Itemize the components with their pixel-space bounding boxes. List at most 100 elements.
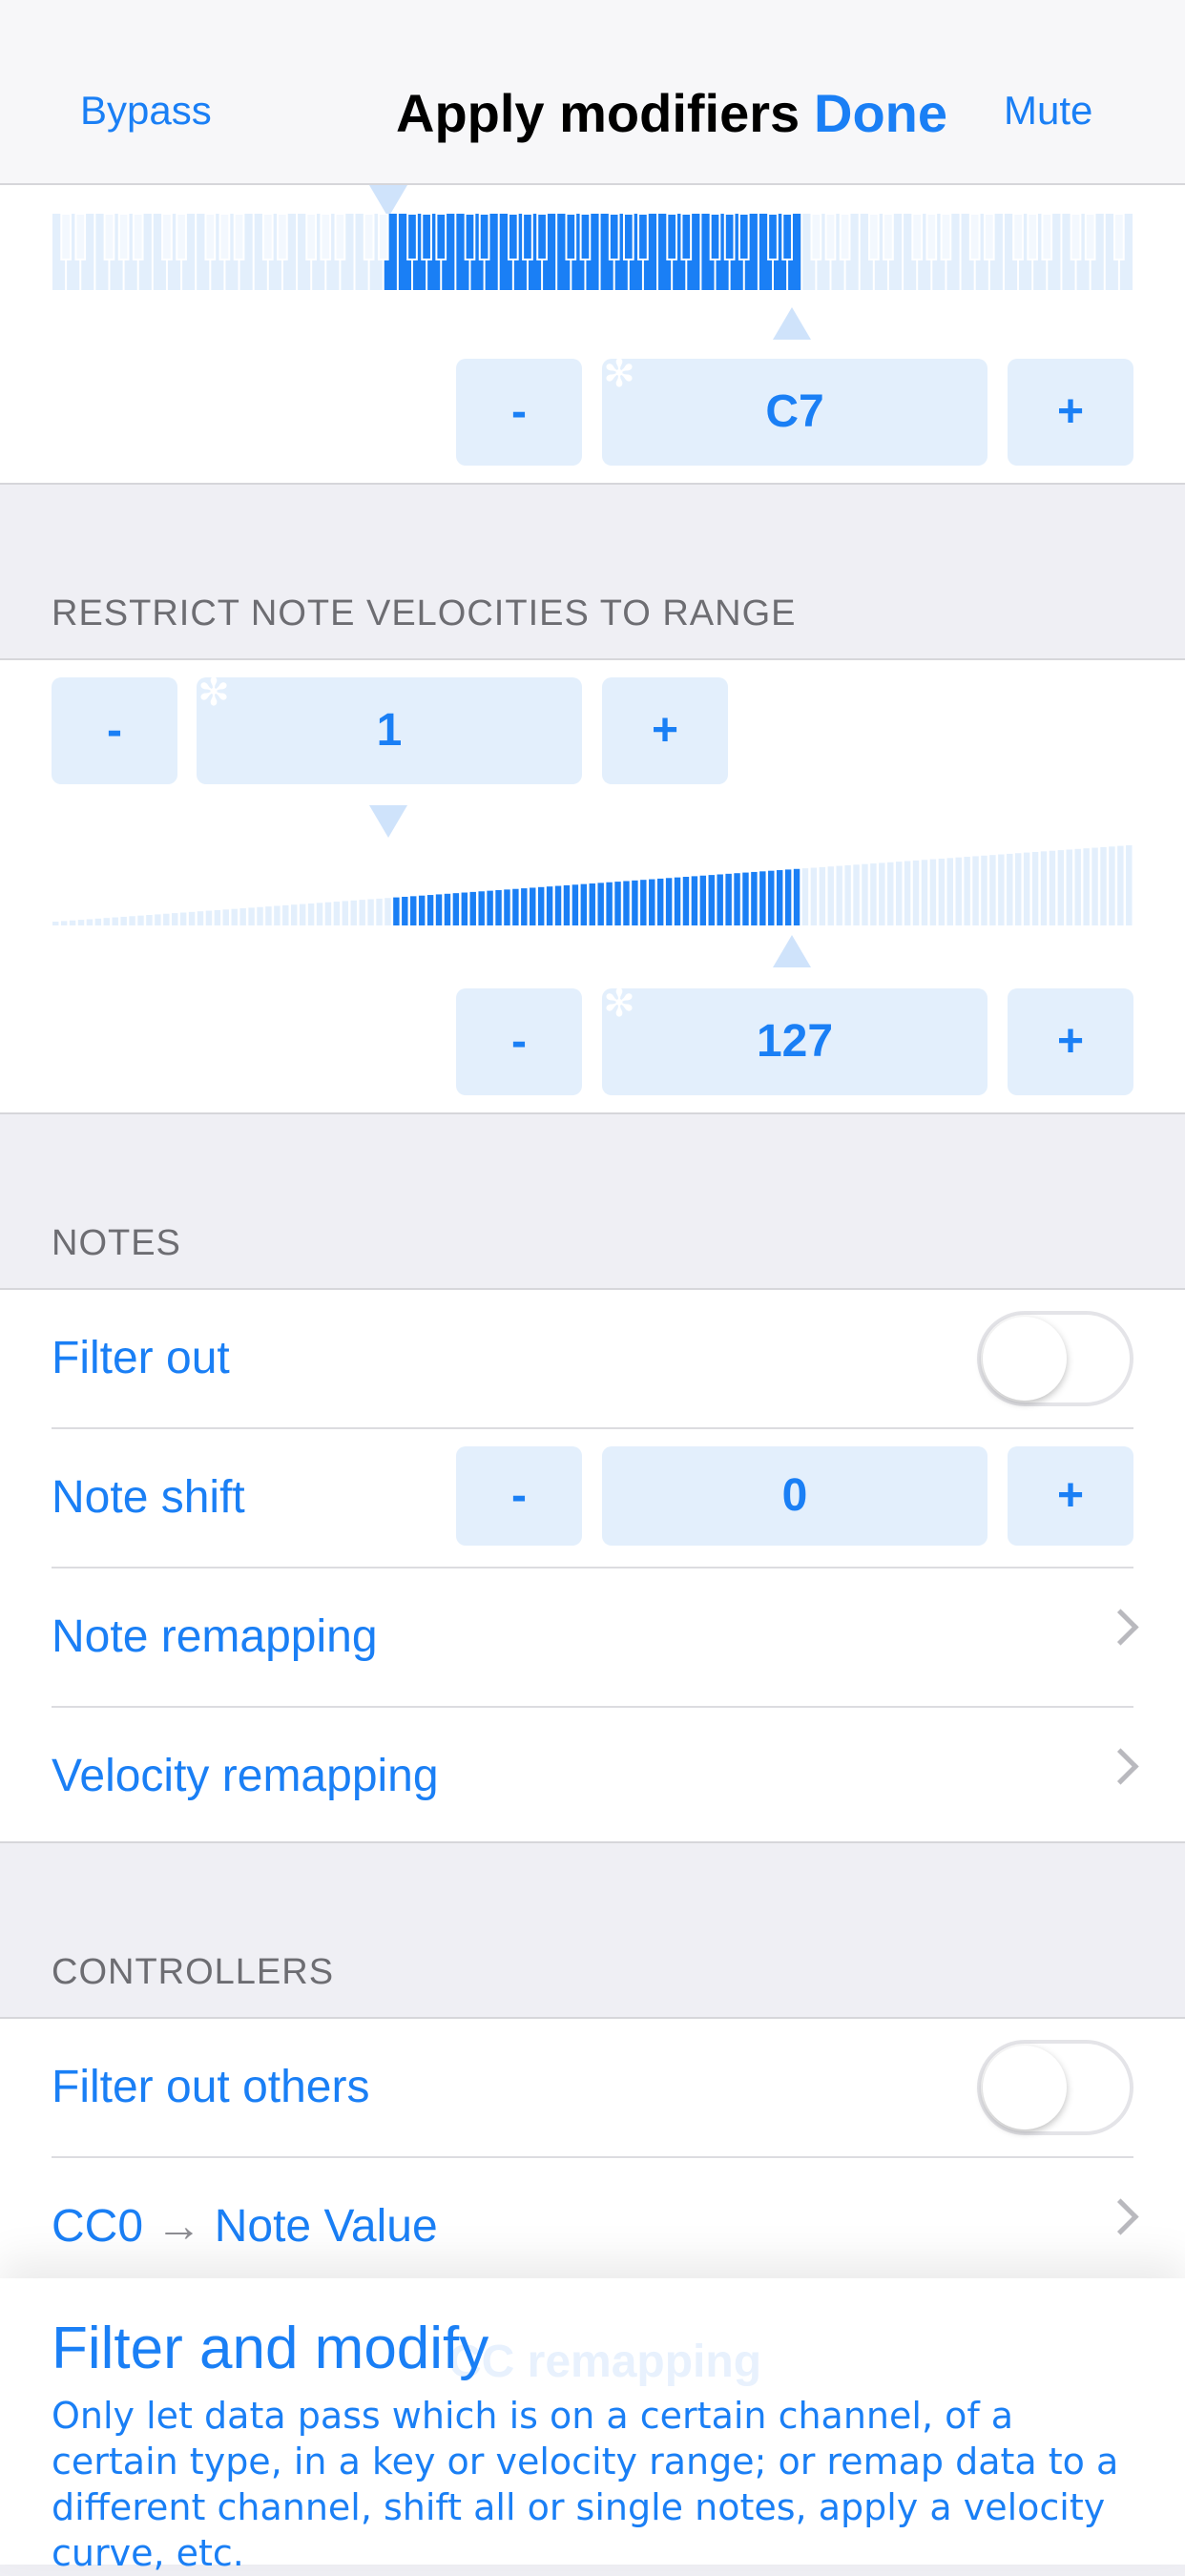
velocity-bar (103, 918, 111, 925)
velocity-upper-minus-button[interactable]: - (456, 988, 582, 1095)
done-button[interactable]: Done (814, 82, 947, 144)
bypass-button[interactable]: Bypass (80, 88, 212, 134)
velocity-bar (129, 916, 135, 925)
velocity-bar (632, 880, 638, 925)
velocity-bar (197, 911, 204, 925)
velocity-bar (589, 883, 595, 925)
keyboard-range-selector[interactable] (0, 214, 1185, 309)
velocity-bar (461, 892, 468, 925)
velocity-upper-value[interactable]: 127 (602, 988, 988, 1095)
velocity-bar (734, 873, 740, 925)
velocity-upper-plus-button[interactable]: + (1008, 988, 1133, 1095)
filter-out-others-toggle[interactable] (977, 2040, 1133, 2135)
key-range-card: - C7 ✻ + (0, 185, 1185, 483)
velocity-bar (274, 905, 281, 925)
note-shift-minus-button[interactable]: - (456, 1446, 582, 1546)
velocity-bar (810, 867, 818, 925)
velocity-bar (1066, 849, 1072, 925)
velocity-bar (887, 862, 894, 925)
black-key (204, 214, 217, 260)
black-key (508, 214, 519, 260)
lower-velocity-marker[interactable] (369, 805, 407, 838)
note-shift-plus-button[interactable]: + (1008, 1446, 1133, 1546)
velocity-bar (572, 884, 579, 925)
black-key (781, 214, 793, 260)
velocity-bar (699, 875, 707, 925)
velocity-bar (614, 882, 621, 925)
velocity-bar (324, 902, 332, 925)
black-key (233, 214, 245, 260)
velocity-bar (393, 897, 400, 925)
velocity-bar (836, 865, 842, 925)
velocity-bar (844, 864, 851, 925)
velocity-bar (580, 883, 588, 925)
chevron-right-icon (1102, 1748, 1139, 1785)
info-title: Filter and modify (52, 2316, 489, 2381)
velocity-bar (904, 861, 911, 925)
black-key (810, 214, 822, 260)
mute-button[interactable]: Mute (1004, 88, 1092, 134)
velocity-bar (1109, 846, 1115, 925)
velocity-lower-value[interactable]: 1 (197, 677, 582, 784)
black-key (377, 214, 389, 260)
black-key (1041, 214, 1053, 260)
velocity-bar (239, 908, 246, 925)
note-shift-value[interactable]: 0 (602, 1446, 988, 1546)
velocity-bar (444, 893, 451, 925)
velocity-bar (172, 913, 178, 925)
velocity-bar (299, 904, 306, 925)
note-remapping-row[interactable]: Note remapping (0, 1568, 1185, 1708)
divider (0, 1841, 1185, 1843)
velocity-bar (487, 890, 493, 925)
velocity-bar (60, 921, 68, 925)
velocity-bar (981, 855, 988, 925)
velocity-bar (1091, 847, 1098, 925)
upper-key-marker[interactable] (773, 307, 811, 340)
upper-key-minus-button[interactable]: - (456, 359, 582, 466)
cc-mapping-row[interactable]: CC0 → Note Value (0, 2158, 1185, 2297)
velocity-bar (1126, 845, 1133, 925)
velocity-bar (1040, 851, 1048, 925)
black-key (478, 214, 490, 260)
velocity-bar (768, 870, 775, 925)
velocity-bar (563, 884, 571, 925)
lower-key-marker[interactable] (369, 185, 407, 218)
velocity-lower-minus-button[interactable]: - (52, 677, 177, 784)
black-key (1084, 214, 1096, 260)
velocity-bar (222, 909, 230, 925)
velocity-bar (554, 885, 562, 925)
cc-source: CC0 (52, 2201, 144, 2252)
velocity-bar (665, 878, 673, 925)
black-key (983, 214, 995, 260)
velocity-bar (469, 891, 476, 925)
cc-target: Note Value (214, 2201, 438, 2252)
filter-out-toggle[interactable] (977, 1311, 1133, 1406)
velocity-bar (819, 866, 826, 925)
velocity-remapping-row[interactable]: Velocity remapping (0, 1708, 1185, 1847)
velocity-bar (316, 903, 323, 925)
divider (0, 483, 1185, 485)
upper-key-value[interactable]: C7 (602, 359, 988, 466)
info-description: Only let data pass which is on a certain… (52, 2395, 1119, 2574)
velocity-bar (367, 899, 374, 925)
black-key (637, 214, 649, 260)
velocity-bar (776, 870, 783, 925)
black-key (522, 214, 533, 260)
upper-velocity-marker[interactable] (773, 935, 811, 967)
black-key (305, 214, 317, 260)
velocity-range-card: - 1 ✻ + - 127 ✻ + (0, 660, 1185, 1112)
velocity-bar (205, 910, 213, 925)
velocity-bar (1083, 848, 1090, 925)
velocity-lower-plus-button[interactable]: + (602, 677, 728, 784)
velocity-bar (546, 886, 553, 925)
black-key (161, 214, 173, 260)
notes-section-header: NOTES (52, 1223, 181, 1263)
info-panel: CC remapping Filter and modify Only let … (0, 2278, 1185, 2574)
velocity-range-selector[interactable] (0, 841, 1185, 927)
velocity-bar (77, 920, 85, 925)
velocity-bar (691, 876, 698, 925)
velocity-bar (1057, 850, 1065, 925)
black-key (277, 214, 288, 260)
filter-out-label: Filter out (52, 1333, 230, 1383)
upper-key-plus-button[interactable]: + (1008, 359, 1133, 466)
